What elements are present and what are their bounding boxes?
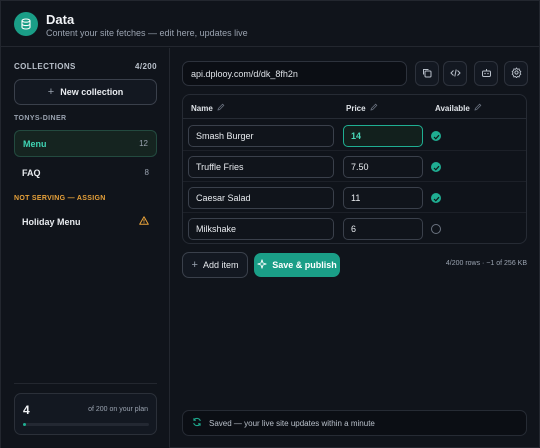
rows-info: 4/200 rows · ~1 of 256 KB xyxy=(445,260,527,267)
ai-assistant-button[interactable] xyxy=(474,61,498,86)
copy-button[interactable] xyxy=(415,61,439,86)
check-icon xyxy=(433,189,440,207)
name-cell[interactable]: Milkshake xyxy=(188,218,334,240)
plan-text: of 200 on your plan xyxy=(88,406,148,413)
price-cell[interactable]: 6 xyxy=(343,218,423,240)
available-checkbox[interactable] xyxy=(431,162,441,172)
plus-icon: + xyxy=(191,259,198,271)
plus-icon: + xyxy=(47,86,55,98)
pencil-icon xyxy=(370,103,378,113)
table-row: Caesar Salad 11 xyxy=(183,182,526,213)
sidebar-item-menu[interactable]: Menu 12 xyxy=(14,130,157,157)
pencil-icon xyxy=(217,103,225,113)
save-publish-label: Save & publish xyxy=(272,260,337,270)
sidebar-item-faq[interactable]: FAQ 8 xyxy=(14,159,157,186)
table-row: Smash Burger 14 xyxy=(183,120,526,151)
new-collection-button[interactable]: + New collection xyxy=(14,79,157,105)
column-header-available[interactable]: Available xyxy=(435,103,482,113)
sidebar-divider xyxy=(14,383,157,384)
column-header-label: Name xyxy=(191,103,213,113)
embed-code-button[interactable] xyxy=(443,61,467,86)
sidebar-item-label: Holiday Menu xyxy=(22,216,81,227)
code-icon xyxy=(449,65,461,83)
add-item-button[interactable]: + Add item xyxy=(182,252,248,278)
column-header-name[interactable]: Name xyxy=(191,103,225,113)
price-cell[interactable]: 7.50 xyxy=(343,156,423,178)
header: Data Content your site fetches — edit he… xyxy=(1,1,539,47)
check-icon xyxy=(433,158,440,176)
table-row: Milkshake 6 xyxy=(183,213,526,244)
plan-count: 4 xyxy=(23,403,30,417)
status-text: Saved — your live site updates within a … xyxy=(209,418,375,428)
plan-progress-fill xyxy=(23,423,26,426)
available-checkbox[interactable] xyxy=(431,131,441,141)
table-row: Truffle Fries 7.50 xyxy=(183,151,526,182)
plan-progress-track xyxy=(23,423,149,426)
warning-icon xyxy=(139,216,149,227)
copy-icon xyxy=(422,65,432,83)
page-subtitle: Content your site fetches — edit here, u… xyxy=(46,28,248,38)
page-title: Data xyxy=(46,12,75,27)
sidebar-item-label: FAQ xyxy=(22,167,41,178)
add-item-label: Add item xyxy=(202,260,239,270)
column-header-label: Price xyxy=(346,103,366,113)
sidebar: COLLECTIONS 4/200 + New collection TONYS… xyxy=(1,48,170,448)
sparkle-icon xyxy=(257,259,267,271)
sidebar-item-holiday-menu[interactable]: Holiday Menu xyxy=(14,208,157,235)
database-icon xyxy=(14,12,38,36)
collections-label: COLLECTIONS xyxy=(14,62,76,71)
endpoint-field[interactable]: api.dplooy.com/d/dk_8fh2n xyxy=(182,61,407,86)
check-icon xyxy=(433,127,440,145)
sidebar-item-label: Menu xyxy=(23,138,47,149)
price-cell[interactable]: 14 xyxy=(343,125,423,147)
settings-button[interactable] xyxy=(504,61,528,86)
name-cell[interactable]: Caesar Salad xyxy=(188,187,334,209)
table-header: Name Price Available xyxy=(183,95,526,119)
available-checkbox[interactable] xyxy=(431,193,441,203)
name-cell[interactable]: Smash Burger xyxy=(188,125,334,147)
sidebar-item-count: 8 xyxy=(144,168,149,177)
pencil-icon xyxy=(474,103,482,113)
collections-header: COLLECTIONS 4/200 xyxy=(14,62,157,71)
refresh-icon xyxy=(192,417,202,429)
group-label: TONYS-DINER xyxy=(14,115,67,122)
status-bar: Saved — your live site updates within a … xyxy=(182,410,527,436)
available-checkbox[interactable] xyxy=(431,224,441,234)
robot-icon xyxy=(481,65,492,83)
price-cell[interactable]: 11 xyxy=(343,187,423,209)
save-publish-button[interactable]: Save & publish xyxy=(254,253,340,277)
column-header-label: Available xyxy=(435,103,470,113)
not-serving-label: NOT SERVING — ASSIGN xyxy=(14,195,106,202)
app-window: Data Content your site fetches — edit he… xyxy=(0,0,540,448)
plan-usage-card: 4 of 200 on your plan xyxy=(14,393,157,435)
new-collection-label: New collection xyxy=(60,87,124,97)
sidebar-item-count: 12 xyxy=(139,139,148,148)
collections-count: 4/200 xyxy=(134,62,157,71)
column-header-price[interactable]: Price xyxy=(346,103,378,113)
data-table: Name Price Available Smash Burger 14 Tru… xyxy=(182,94,527,244)
name-cell[interactable]: Truffle Fries xyxy=(188,156,334,178)
gear-icon xyxy=(511,65,522,83)
